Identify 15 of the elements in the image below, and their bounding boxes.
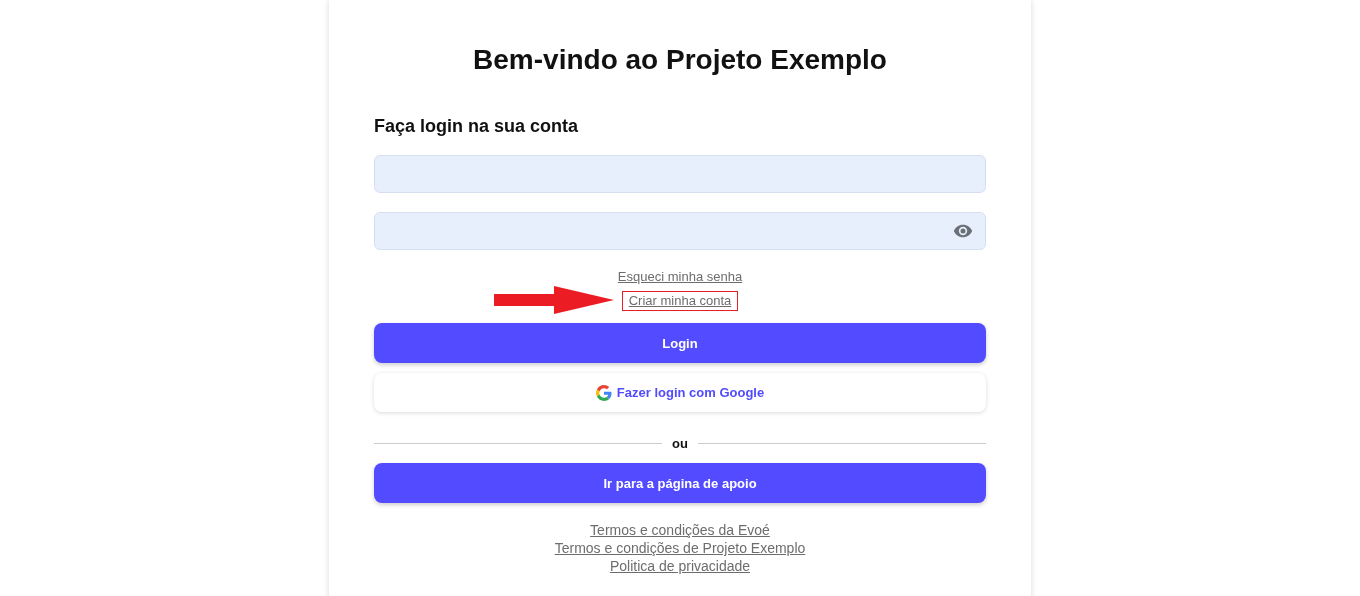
footer-link[interactable]: Politica de privacidade	[609, 557, 751, 575]
footer-link[interactable]: Termos e condições da Evoé	[590, 521, 770, 539]
arrow-icon	[493, 286, 614, 314]
divider-label: ou	[672, 436, 688, 451]
text-link[interactable]: Esqueci minha senha	[610, 267, 750, 287]
google-icon	[595, 384, 612, 401]
input-field[interactable]	[374, 155, 986, 193]
footer-link[interactable]: Termos e condições de Projeto Exemplo	[554, 539, 806, 557]
text-link[interactable]: Criar minha conta	[621, 291, 739, 311]
page-title: Bem-vindo ao Projeto Exemplo	[472, 43, 888, 77]
support-page-button[interactable]: Ir para a página de apoio	[374, 463, 986, 503]
login-button[interactable]: Login	[374, 323, 986, 363]
google-login-button[interactable]: Fazer login com Google	[374, 373, 986, 412]
form-heading: Faça login na sua conta	[374, 115, 580, 138]
password-field[interactable]	[374, 212, 986, 250]
